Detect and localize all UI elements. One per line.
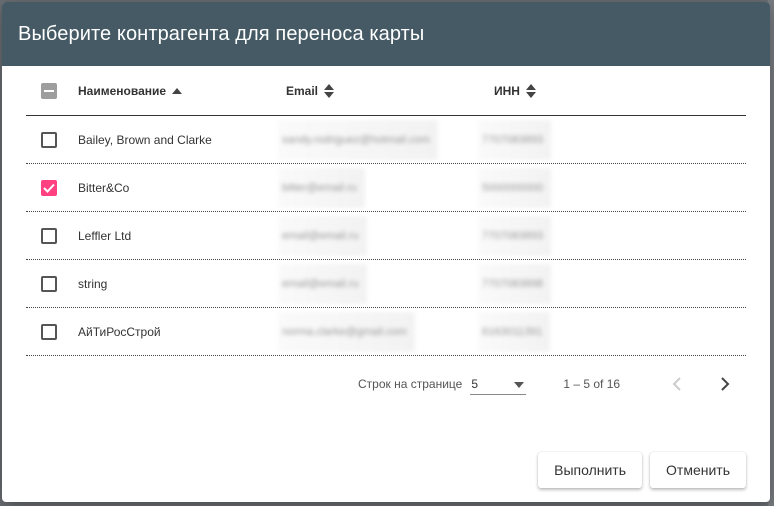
column-header-inn[interactable]: ИНН [494,83,604,98]
cell-email: email@email.ru [278,215,367,256]
table-row[interactable]: Bailey, Brown and Clarke sandy.rodriguez… [26,116,746,164]
rows-per-page-label: Строк на странице [358,377,463,391]
select-counterparty-dialog: Выберите контрагента для переноса карты … [2,2,770,502]
chevron-left-icon [672,377,681,391]
dropdown-arrow-icon [514,377,525,391]
row-checkbox[interactable] [41,131,57,148]
sort-ascending-icon [172,87,183,94]
chevron-right-icon [721,377,730,391]
table-row[interactable]: Leffler Ltd email@email.ru 7707083893 [26,212,746,260]
page-range-label: 1 – 5 of 16 [563,377,621,391]
cell-inn: 6163011391 [478,311,551,352]
cell-inn: 5000000000 [478,167,552,208]
cell-name: Bitter&Co [78,180,130,195]
table-row[interactable]: string email@email.ru 7707083898 [26,260,746,308]
cell-email: sandy.rodriguez@hotmail.com [278,119,438,160]
dialog-title: Выберите контрагента для переноса карты [18,22,425,45]
cell-name: Bailey, Brown and Clarke [78,132,212,147]
cancel-button[interactable]: Отменить [650,452,746,488]
dialog-header: Выберите контрагента для переноса карты [2,2,770,66]
sort-unsorted-icon [324,83,335,98]
table-row[interactable]: АйТиРосСтрой norma.clarke@gmail.com 6163… [26,308,746,356]
paginator: Строк на странице 5 1 – 5 of 16 [26,356,746,412]
row-checkbox[interactable] [41,275,57,292]
column-header-name[interactable]: Наименование [78,84,286,98]
column-header-email[interactable]: Email [286,83,494,98]
cell-inn: 7707083893 [478,119,552,160]
cell-inn: 7707083893 [478,215,552,256]
submit-button[interactable]: Выполнить [538,452,643,488]
table-row[interactable]: Bitter&Co bitter@email.ru 5000000000 [26,164,746,212]
select-all-checkbox[interactable] [41,82,57,99]
cell-name: Leffler Ltd [78,228,132,243]
row-checkbox[interactable] [41,227,57,244]
checkmark-icon [43,183,55,193]
cell-email: norma.clarke@gmail.com [278,311,415,352]
previous-page-button[interactable] [665,372,689,396]
cell-inn: 7707083898 [478,263,552,304]
row-checkbox[interactable] [41,323,57,340]
rows-per-page-value: 5 [471,376,479,391]
next-page-button[interactable] [713,372,737,396]
row-checkbox-checked[interactable] [41,179,57,196]
table-header-row: Наименование Email ИНН [26,66,746,116]
rows-per-page-select[interactable]: 5 [470,373,527,395]
counterparty-table: Наименование Email ИНН Bailey, Brown and… [26,66,746,356]
cell-email: bitter@email.ru [278,167,365,208]
cell-name: string [78,276,108,291]
cell-name: АйТиРосСтрой [78,324,161,339]
sort-unsorted-icon [525,83,536,98]
dialog-actions: Выполнить Отменить [538,452,746,488]
cell-email: email@email.ru [278,263,367,304]
